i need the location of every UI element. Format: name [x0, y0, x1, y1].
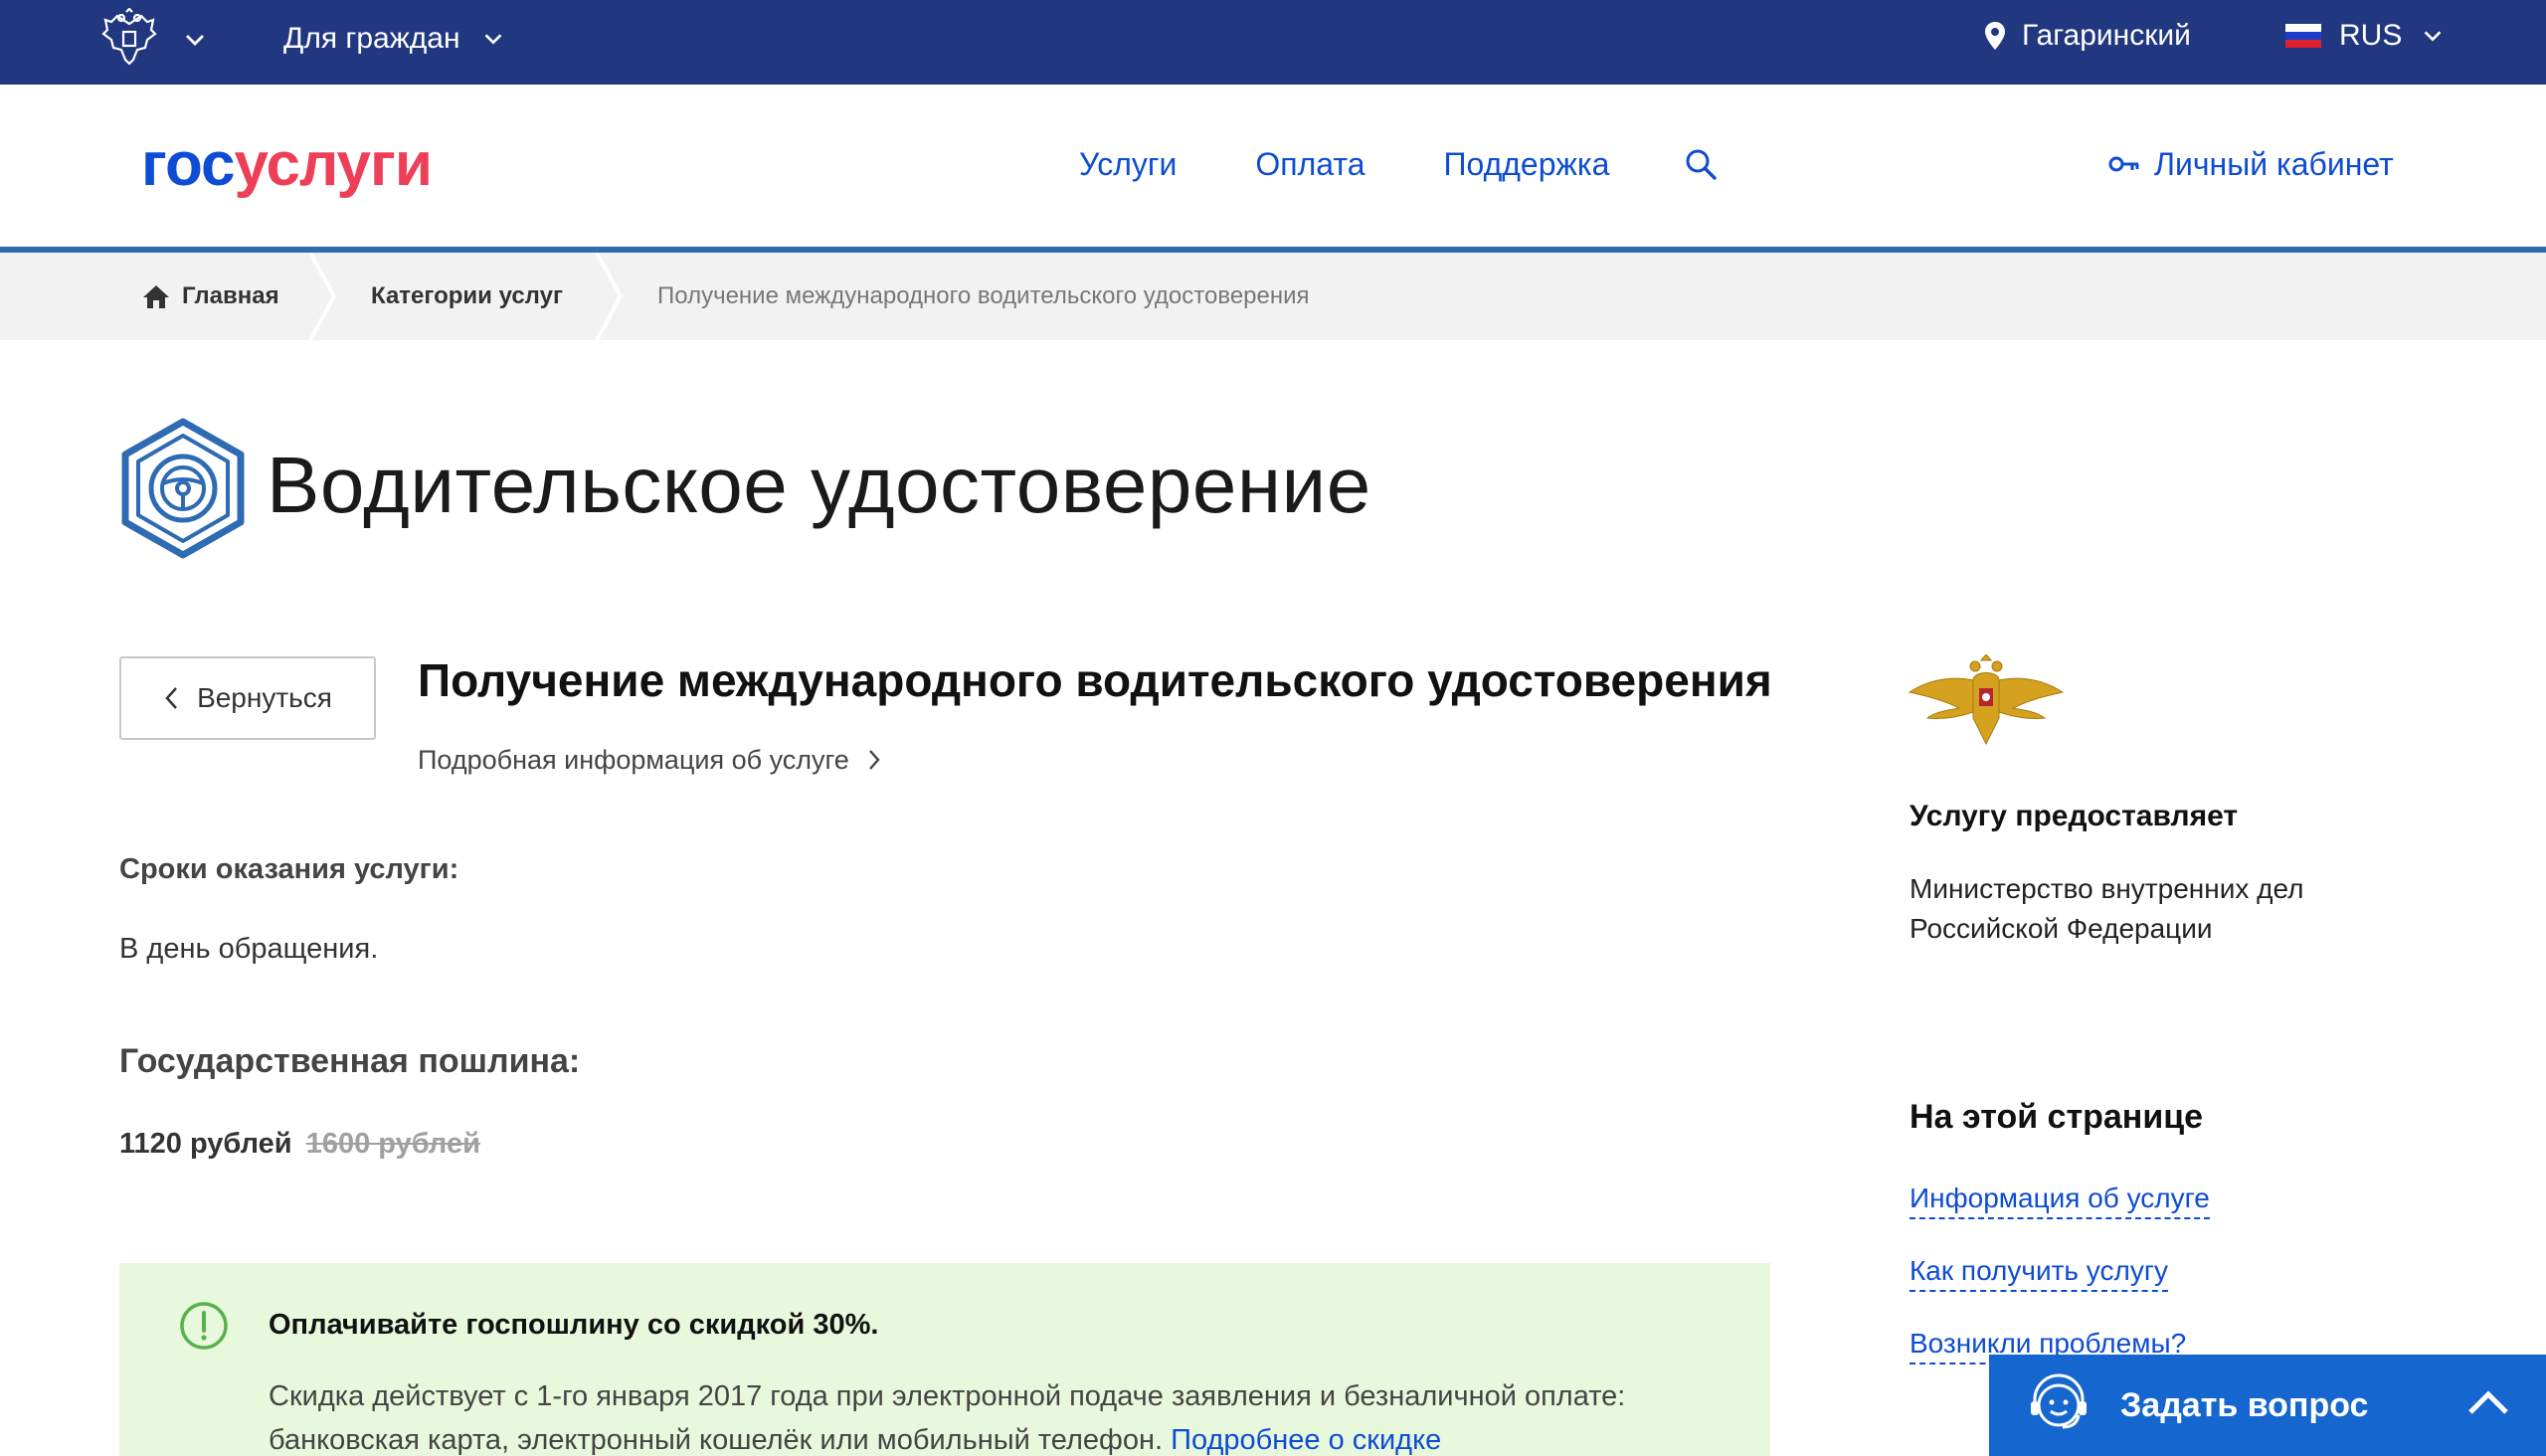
breadcrumb-current: Получение международного водительского у…	[657, 282, 1310, 309]
fee-label: Государственная пошлина:	[119, 1042, 581, 1080]
language-label: RUS	[2339, 19, 2403, 52]
fee-old: 1600 рублей	[305, 1128, 480, 1160]
ask-question-label: Задать вопрос	[2120, 1385, 2369, 1424]
language-selector[interactable]: RUS	[2285, 16, 2446, 56]
discount-text: Скидка действует с 1-го января 2017 года…	[269, 1374, 1730, 1456]
key-icon	[2108, 156, 2139, 172]
fee-current: 1120 рублей	[119, 1128, 292, 1160]
discount-heading: Оплачивайте госпошлину со скидкой 30%.	[269, 1309, 879, 1341]
nav-services[interactable]: Услуги	[1079, 144, 1177, 184]
ask-question-widget[interactable]: Задать вопрос	[1989, 1355, 2546, 1456]
discount-details-link[interactable]: Подробнее о скидке	[1171, 1424, 1441, 1456]
steering-wheel-icon	[121, 418, 245, 559]
for-citizens-label: Для граждан	[283, 22, 460, 55]
breadcrumb-separator	[308, 253, 337, 340]
home-icon	[143, 285, 169, 308]
terms-label: Сроки оказания услуги:	[119, 853, 459, 885]
exclamation-circle-icon	[180, 1302, 228, 1350]
gosuslugi-logo[interactable]: госуслуги	[141, 128, 433, 202]
breadcrumb-separator	[595, 253, 624, 340]
location-pin-icon	[1985, 22, 2005, 50]
breadcrumb: Главная Категории услуг Получение междун…	[0, 253, 2546, 340]
on-this-page-heading: На этой странице	[1910, 1098, 2204, 1136]
service-details-label: Подробная информация об услуге	[418, 745, 849, 775]
main-header: госуслуги Услуги Оплата Поддержка Личный…	[0, 85, 2546, 247]
search-icon[interactable]	[1684, 147, 1718, 181]
service-details-link[interactable]: Подробная информация об услуге	[418, 742, 881, 778]
breadcrumb-home-label: Главная	[182, 282, 279, 309]
coat-of-arms-icon[interactable]	[99, 8, 159, 72]
main-nav: Услуги Оплата Поддержка	[1079, 144, 1718, 184]
provider-label: Услугу предоставляет	[1910, 800, 2239, 832]
logo-part-gos: гос	[141, 130, 236, 199]
chevron-down-icon	[2424, 31, 2442, 42]
discount-notice: Оплачивайте госпошлину со скидкой 30%. С…	[119, 1263, 1770, 1456]
page-title: Водительское удостоверение	[267, 441, 1371, 529]
support-agent-icon	[2031, 1373, 2087, 1429]
fee-value: 1120 рублей 1600 рублей	[119, 1125, 480, 1163]
link-how-to-get[interactable]: Как получить услугу	[1910, 1252, 2169, 1292]
logo-part-uslugi: услуги	[234, 130, 433, 199]
breadcrumb-categories[interactable]: Категории услуг	[371, 253, 563, 340]
chevron-up-icon[interactable]	[2466, 1388, 2510, 1418]
chevron-right-icon	[868, 750, 880, 770]
mvd-emblem-icon	[1908, 654, 2065, 746]
chevron-down-icon	[484, 34, 501, 45]
provider-name: Министерство внутренних дел Российской Ф…	[1910, 873, 2304, 944]
terms-value: В день обращения.	[119, 933, 379, 965]
back-button-label: Вернуться	[197, 682, 332, 713]
nav-support[interactable]: Поддержка	[1443, 144, 1609, 184]
service-title: Получение международного водительского у…	[418, 654, 1772, 706]
russian-flag-icon	[2285, 24, 2321, 48]
link-service-info[interactable]: Информация об услуге	[1910, 1180, 2210, 1219]
breadcrumb-home[interactable]: Главная	[142, 253, 279, 340]
nav-payment[interactable]: Оплата	[1255, 144, 1364, 184]
location-selector[interactable]: Гагаринский	[1984, 16, 2191, 56]
top-bar: Для граждан Гагаринский RUS	[0, 0, 2546, 85]
personal-cabinet-label: Личный кабинет	[2154, 146, 2394, 182]
location-label: Гагаринский	[2022, 19, 2191, 52]
for-citizens-dropdown[interactable]: Для граждан	[283, 19, 506, 59]
back-button[interactable]: Вернуться	[119, 656, 376, 740]
chevron-left-icon	[165, 687, 177, 709]
chevron-down-icon[interactable]	[181, 26, 209, 54]
personal-cabinet-link[interactable]: Личный кабинет	[2108, 144, 2394, 184]
